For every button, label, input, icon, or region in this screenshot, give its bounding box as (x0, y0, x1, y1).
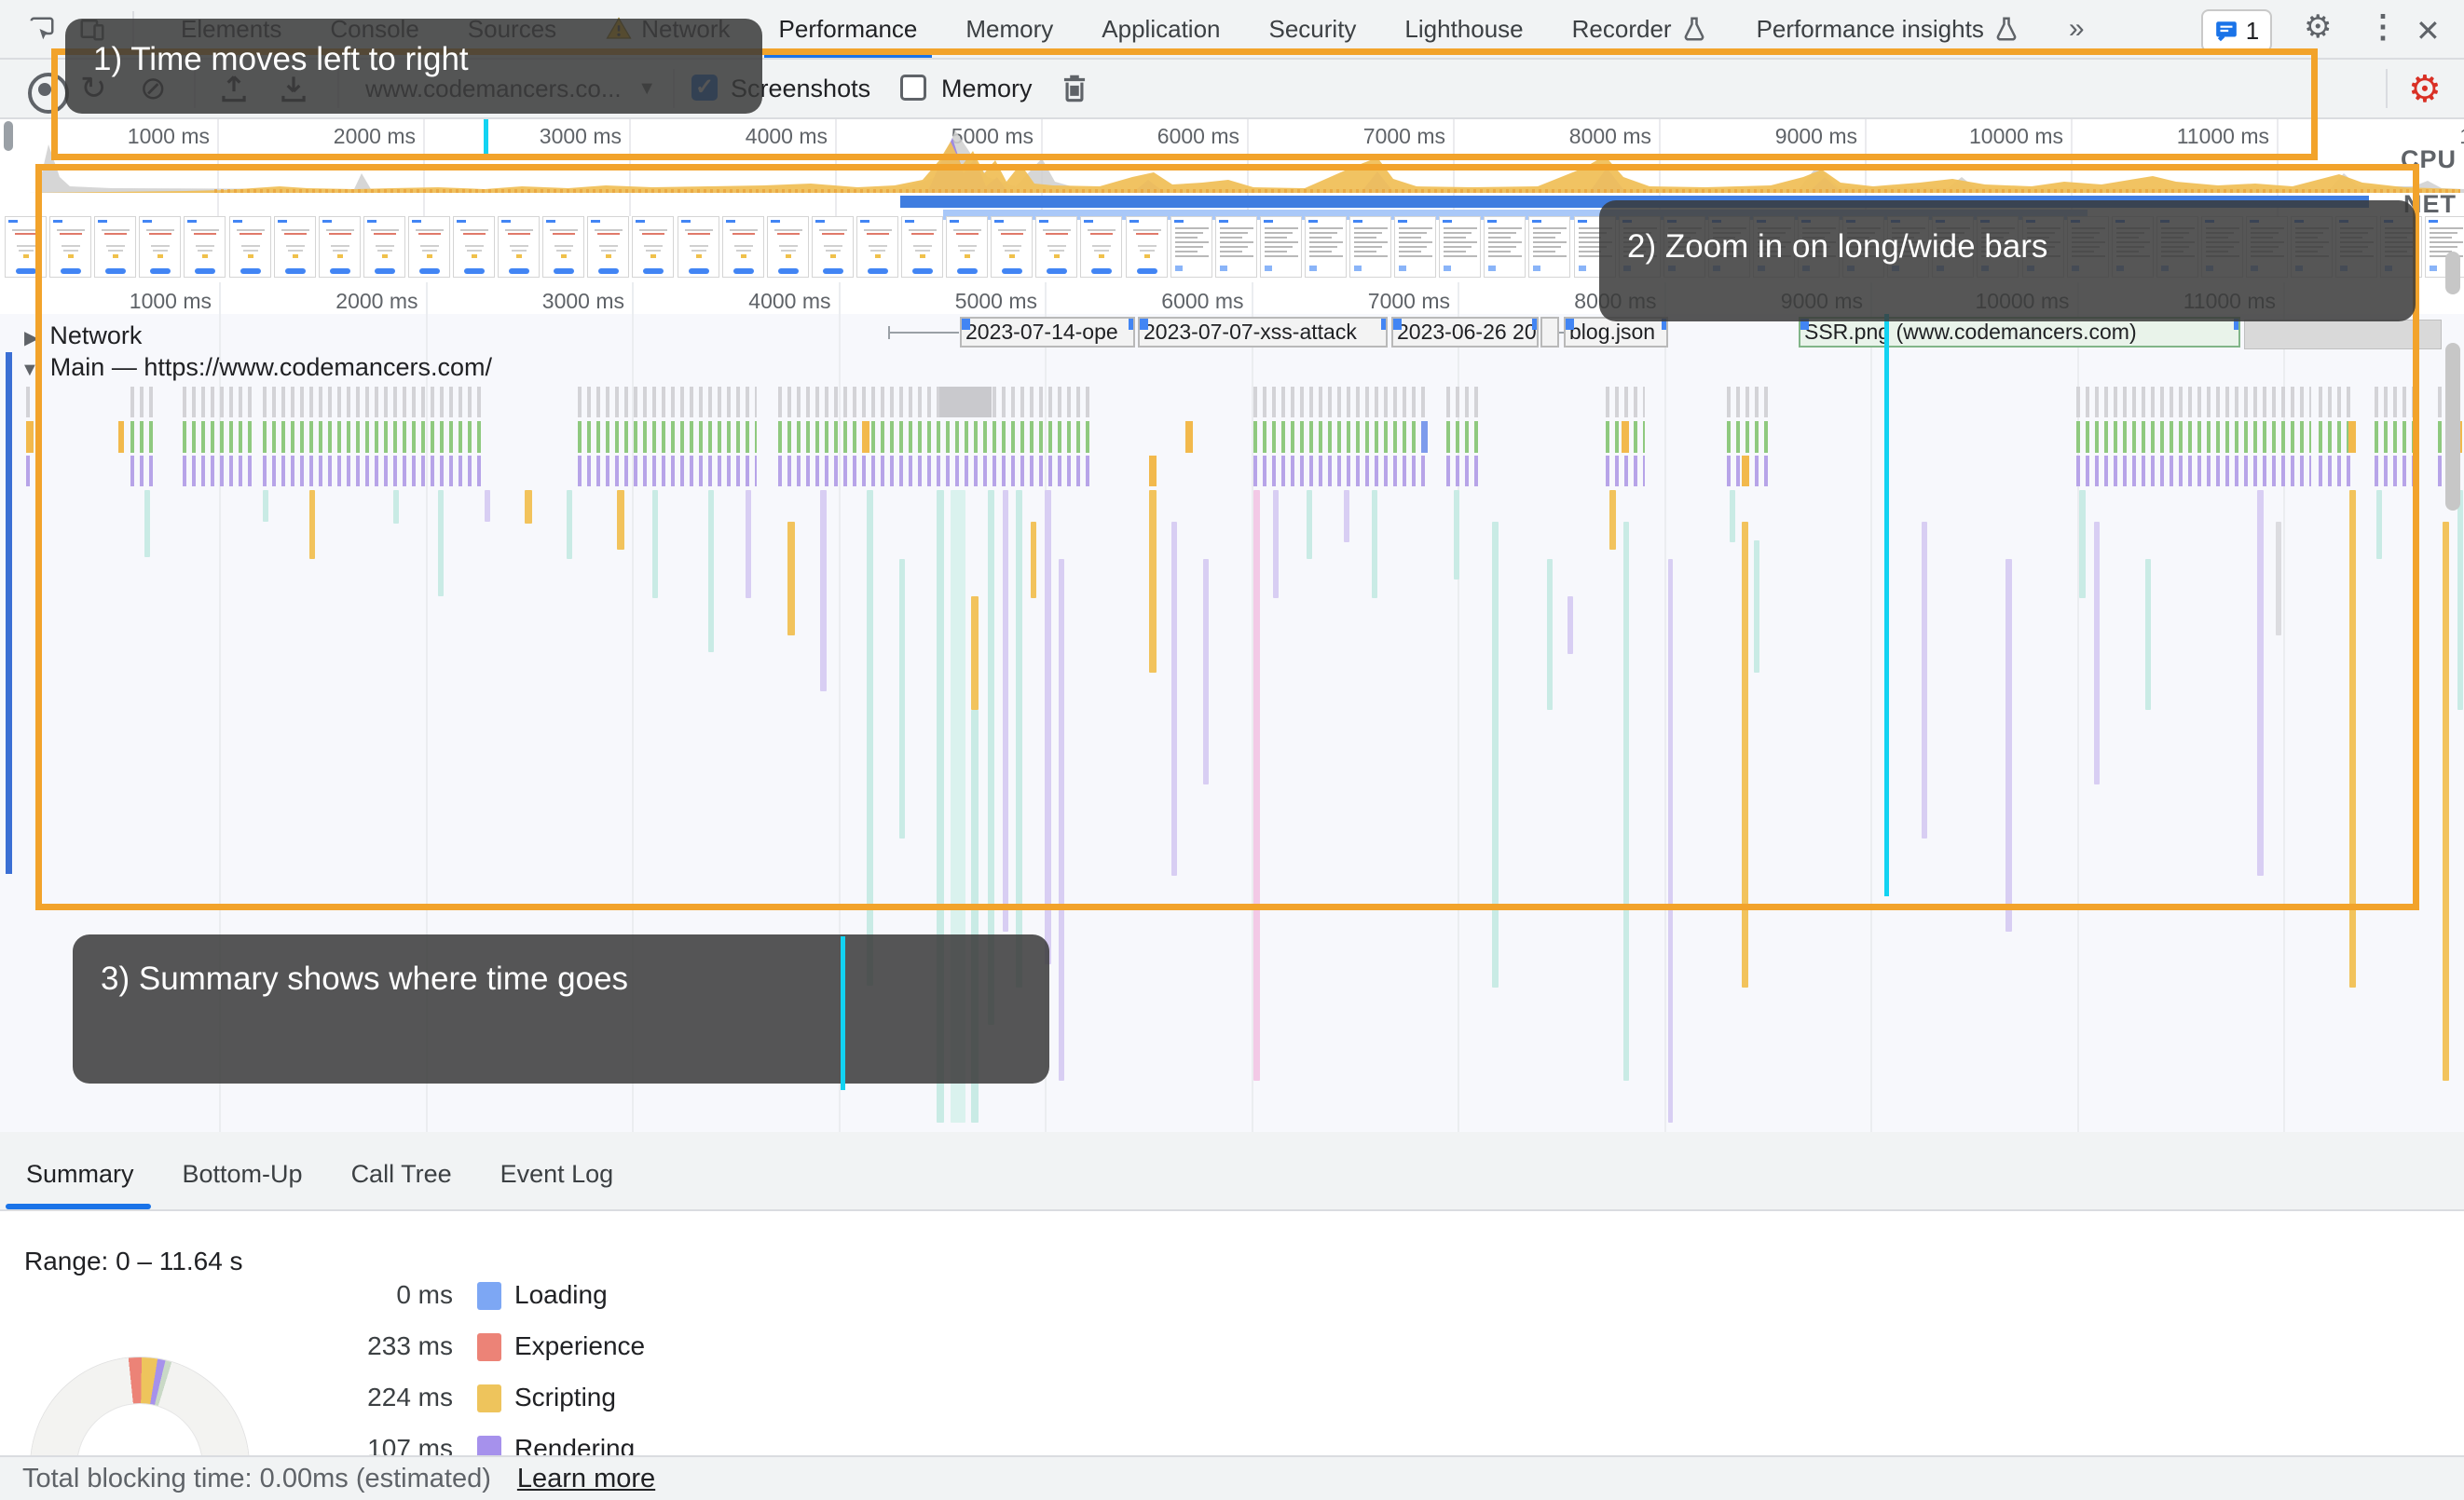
flask-icon (1992, 15, 2020, 43)
tab-label: Recorder (1572, 15, 1672, 44)
annotation-text: 2) Zoom in on long/wide bars (1627, 228, 2047, 266)
filmstrip-hover-playhead[interactable] (841, 936, 845, 1090)
thumb-accent (23, 254, 29, 258)
thumb-button (16, 268, 36, 274)
call-stack-column (2457, 490, 2463, 710)
issues-badge[interactable]: 1 (2201, 9, 2272, 52)
total-blocking-time-text: Total blocking time: 0.00ms (estimated) (22, 1464, 491, 1494)
tab-label: Performance (779, 15, 918, 44)
scrollbar-thumb[interactable] (2445, 252, 2460, 294)
divider (2386, 69, 2388, 108)
tab-label: Performance insights (1757, 15, 1984, 44)
details-tab-summary[interactable]: Summary (26, 1160, 134, 1189)
legend-row: 233 ms Experience (0, 1331, 839, 1369)
active-tab-underline (6, 1204, 151, 1209)
close-icon[interactable]: ✕ (2416, 13, 2441, 48)
status-footer: Total blocking time: 0.00ms (estimated) … (0, 1455, 2464, 1500)
legend-label: Loading (514, 1280, 608, 1310)
legend-label: Experience (514, 1331, 645, 1361)
thumb-line (17, 245, 35, 247)
issues-count: 1 (2246, 17, 2259, 46)
message-icon (2214, 19, 2238, 43)
flask-icon (1680, 15, 1708, 43)
details-tab-bar: Summary Bottom-Up Call Tree Event Log (0, 1132, 2464, 1211)
details-tab-bottom-up[interactable]: Bottom-Up (183, 1160, 303, 1189)
thumb-logo (2429, 220, 2438, 223)
settings-gear-icon[interactable]: ⚙ (2304, 11, 2332, 43)
legend-label: Scripting (514, 1383, 616, 1412)
details-tab-event-log[interactable]: Event Log (500, 1160, 614, 1189)
tab-label: Memory (965, 15, 1053, 44)
tab-label: Application (1102, 15, 1220, 44)
annotation-text: 1) Time moves left to right (93, 41, 469, 78)
legend-swatch (477, 1384, 501, 1412)
details-tabs: Summary Bottom-Up Call Tree Event Log (0, 1132, 2464, 1189)
thumb-line (2430, 232, 2457, 234)
range-text: Range: 0 – 11.64 s (24, 1247, 243, 1276)
annotation-text: 3) Summary shows where time goes (101, 961, 628, 998)
legend-time: 233 ms (261, 1331, 453, 1361)
inspect-icon[interactable] (28, 15, 56, 43)
capture-settings-gear-icon[interactable]: ⚙ (2408, 71, 2442, 108)
legend-swatch (477, 1333, 501, 1361)
thumb-line (2430, 227, 2463, 229)
thumb-line (2430, 237, 2452, 239)
main-track-accent (6, 352, 12, 874)
thumb-accent (2430, 266, 2437, 271)
legend-row: 224 ms Scripting (0, 1383, 839, 1420)
legend-row: 0 ms Loading (0, 1280, 839, 1317)
thumb-line (2430, 246, 2457, 248)
details-tab-call-tree[interactable]: Call Tree (351, 1160, 452, 1189)
thumb-line (19, 250, 34, 252)
thumb-logo (8, 220, 18, 223)
annotation-tooltip-2: 2) Zoom in on long/wide bars (1599, 200, 2416, 321)
kebab-menu-icon[interactable]: ⋮ (2367, 11, 2399, 43)
call-stack-column (2443, 522, 2449, 1081)
scrollbar-thumb[interactable] (2445, 343, 2460, 511)
legend-time: 0 ms (261, 1280, 453, 1310)
summary-panel: Range: 0 – 11.64 s 0 ms Loading 233 ms Expe… (0, 1211, 2464, 1455)
annotation-tooltip-3: 3) Summary shows where time goes (73, 934, 1049, 1084)
legend-time: 224 ms (261, 1383, 453, 1412)
tab-label: Security (1269, 15, 1357, 44)
devtools-window: ElementsConsoleSourcesNetworkPerformance… (0, 0, 2464, 1500)
tab-label: Lighthouse (1404, 15, 1523, 44)
learn-more-link[interactable]: Learn more (517, 1464, 655, 1494)
script-bar (26, 421, 34, 453)
thumb-line (15, 233, 37, 235)
thumb-line (2430, 241, 2463, 243)
annotation-tooltip-1: 1) Time moves left to right (65, 19, 762, 114)
legend-swatch (477, 1282, 501, 1310)
